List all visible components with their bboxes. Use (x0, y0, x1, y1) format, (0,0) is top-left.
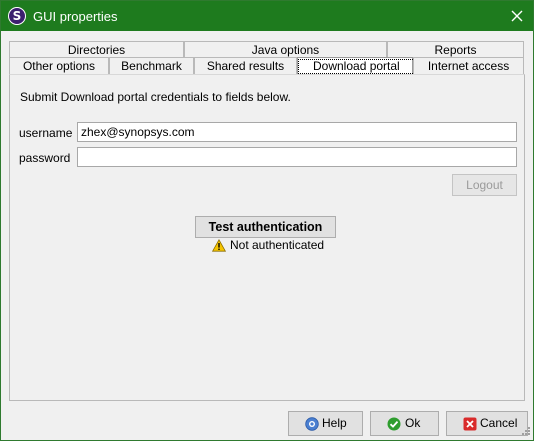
tab-download-portal[interactable]: Download portal (297, 57, 415, 74)
password-label: password (19, 151, 71, 165)
cancel-label: Cancel (480, 416, 518, 430)
tab-label: Reports (434, 43, 477, 57)
warning-icon (212, 239, 226, 252)
intro-text: Submit Download portal credentials to fi… (20, 90, 291, 104)
tab-directories[interactable]: Directories (9, 41, 184, 58)
tab-row-top: Directories Java options Reports (9, 41, 525, 58)
tab-label: Internet access (427, 59, 510, 73)
help-button[interactable]: Help (288, 411, 363, 436)
username-field[interactable]: zhex@synopsys.com (77, 122, 517, 142)
test-authentication-button[interactable]: Test authentication (195, 216, 336, 238)
download-portal-panel: Submit Download portal credentials to fi… (9, 74, 525, 401)
window-title: GUI properties (33, 9, 118, 24)
auth-status: Not authenticated (212, 238, 324, 252)
tab-reports[interactable]: Reports (387, 41, 524, 58)
close-button[interactable] (505, 4, 529, 28)
tab-shared-results[interactable]: Shared results (194, 57, 297, 74)
cancel-icon (463, 417, 477, 431)
cancel-button[interactable]: Cancel (446, 411, 528, 436)
help-label: Help (322, 416, 347, 430)
tab-label: Other options (22, 59, 96, 73)
username-label: username (19, 126, 73, 140)
ok-label: Ok (405, 416, 421, 430)
gui-properties-window: S GUI properties Directories Java option… (0, 0, 534, 441)
password-field[interactable] (77, 147, 517, 167)
tab-label: Directories (67, 43, 126, 57)
auth-status-text: Not authenticated (230, 238, 325, 252)
app-icon: S (8, 7, 26, 25)
resize-grip-icon[interactable] (519, 426, 531, 438)
check-icon (387, 417, 401, 431)
tab-other-options[interactable]: Other options (9, 57, 109, 74)
tab-label: Java options (251, 43, 320, 57)
close-icon (511, 10, 523, 22)
tab-label: Download portal (298, 59, 415, 74)
tab-java-options[interactable]: Java options (184, 41, 387, 58)
logout-button[interactable]: Logout (452, 174, 517, 196)
help-icon (305, 417, 319, 431)
tab-label: Benchmark (121, 59, 182, 73)
ok-button[interactable]: Ok (370, 411, 439, 436)
tab-row-bottom: Other options Benchmark Shared results D… (9, 57, 525, 74)
tab-benchmark[interactable]: Benchmark (109, 57, 194, 74)
title-bar[interactable]: S GUI properties (1, 1, 533, 31)
tab-internet-access[interactable]: Internet access (413, 57, 524, 74)
tab-label: Shared results (206, 59, 285, 73)
